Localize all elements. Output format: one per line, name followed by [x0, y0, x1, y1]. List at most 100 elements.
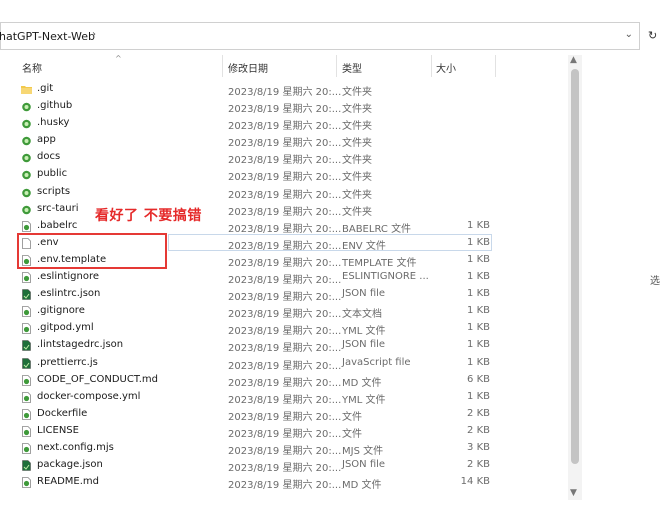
- breadcrumb-chevron-icon[interactable]: ›: [92, 29, 96, 40]
- file-date: 2023/8/19 星期六 20:...: [228, 360, 342, 372]
- file-size: 2 KB: [467, 407, 490, 419]
- file-name: public: [37, 168, 68, 180]
- file-type: 文件: [342, 428, 362, 440]
- column-size[interactable]: 大小: [436, 60, 456, 75]
- file-name: README.md: [37, 476, 100, 488]
- file-date: 2023/8/19 星期六 20:...: [228, 480, 342, 492]
- file-size: 1 KB: [467, 288, 490, 300]
- file-size: 1 KB: [467, 356, 490, 368]
- file-name: app: [37, 134, 56, 146]
- file-type: 文本文档: [342, 309, 382, 321]
- file-type: JavaScript file: [342, 356, 411, 368]
- file-name: docker-compose.yml: [37, 390, 141, 402]
- table-row[interactable]: .husky 2023/8/19 星期六 20:... 文件夹: [0, 115, 566, 132]
- table-row[interactable]: .prettierrc.js 2023/8/19 星期六 20:... JavaSc…: [0, 355, 566, 372]
- row-hover-highlight: [168, 234, 492, 251]
- file-name: .eslintignore: [37, 271, 99, 283]
- column-date[interactable]: 修改日期: [228, 60, 268, 75]
- file-date: 2023/8/19 星期六 20:...: [228, 292, 342, 304]
- file-size: 1 KB: [467, 390, 490, 402]
- table-row[interactable]: .eslintrc.json 2023/8/19 星期六 20:... JSON f…: [0, 286, 566, 303]
- table-row[interactable]: CODE_OF_CONDUCT.md 2023/8/19 星期六 20:... MD…: [0, 372, 566, 389]
- file-date: 2023/8/19 星期六 20:...: [228, 87, 342, 98]
- file-size: 3 KB: [467, 441, 490, 453]
- scroll-up-icon[interactable]: ▲: [570, 55, 577, 65]
- table-row[interactable]: README.md 2023/8/19 星期六 20:... MD 文件 14 KB: [0, 474, 566, 491]
- table-row[interactable]: public 2023/8/19 星期六 20:... 文件夹: [0, 166, 566, 183]
- file-date: 2023/8/19 星期六 20:...: [228, 206, 342, 218]
- file-type: MJS 文件: [342, 445, 384, 457]
- file-name: next.config.mjs: [37, 441, 114, 453]
- address-path[interactable]: hatGPT-Next-Web: [0, 30, 95, 43]
- file-type: JSON file: [342, 288, 386, 300]
- file-date: 2023/8/19 星期六 20:...: [228, 463, 342, 475]
- table-row[interactable]: .gitpod.yml 2023/8/19 星期六 20:... YML 文件 1 K…: [0, 320, 566, 337]
- file-type: 文件夹: [342, 121, 372, 133]
- file-date: 2023/8/19 星期六 20:...: [228, 343, 342, 355]
- file-date: 2023/8/19 星期六 20:...: [228, 104, 342, 116]
- file-name: src-tauri: [37, 202, 79, 214]
- file-date: 2023/8/19 星期六 20:...: [228, 189, 342, 201]
- table-row[interactable]: src-tauri 2023/8/19 星期六 20:... 文件夹: [0, 201, 566, 218]
- file-date: 2023/8/19 星期六 20:...: [228, 155, 342, 167]
- file-size: 1 KB: [467, 305, 490, 317]
- file-type: YML 文件: [342, 326, 386, 338]
- file-type: 文件夹: [342, 189, 372, 201]
- table-row[interactable]: .gitignore 2023/8/19 星期六 20:... 文本文档 1 KB: [0, 303, 566, 320]
- file-type: 文件夹: [342, 206, 372, 218]
- address-dropdown-icon[interactable]: ⌄: [625, 29, 633, 40]
- file-type: ESLINTIGNORE ...: [342, 271, 429, 283]
- file-name: package.json: [37, 459, 103, 471]
- file-date: 2023/8/19 星期六 20:...: [228, 138, 342, 150]
- table-row[interactable]: .eslintignore 2023/8/19 星期六 20:... ESLINTI…: [0, 269, 566, 286]
- column-header: ^ 名称 修改日期 类型 大小: [0, 54, 568, 77]
- annotation-red-box: [17, 233, 167, 269]
- file-date: 2023/8/19 星期六 20:...: [228, 172, 342, 184]
- file-type: JSON file: [342, 339, 386, 351]
- file-size: 1 KB: [467, 271, 490, 283]
- file-date: 2023/8/19 星期六 20:...: [228, 257, 342, 269]
- column-divider[interactable]: [336, 55, 337, 77]
- address-bar[interactable]: hatGPT-Next-Web › ⌄: [0, 22, 640, 50]
- table-row[interactable]: docker-compose.yml 2023/8/19 星期六 20:... YM…: [0, 389, 566, 406]
- refresh-icon[interactable]: ↻: [648, 29, 657, 42]
- file-size: 1 KB: [467, 253, 490, 265]
- table-row[interactable]: scripts 2023/8/19 星期六 20:... 文件夹: [0, 184, 566, 201]
- column-type[interactable]: 类型: [342, 60, 362, 75]
- column-divider[interactable]: [431, 55, 432, 77]
- table-row[interactable]: Dockerfile 2023/8/19 星期六 20:... 文件 2 KB: [0, 406, 566, 423]
- file-name: .prettierrc.js: [37, 356, 98, 368]
- scroll-down-icon[interactable]: ▼: [570, 488, 577, 498]
- file-type: MD 文件: [342, 480, 382, 492]
- table-row[interactable]: .lintstagedrc.json 2023/8/19 星期六 20:... JS…: [0, 337, 566, 354]
- file-size: 2 KB: [467, 424, 490, 436]
- file-size: 14 KB: [460, 476, 490, 488]
- table-row[interactable]: next.config.mjs 2023/8/19 星期六 20:... MJS 文…: [0, 440, 566, 457]
- file-date: 2023/8/19 星期六 20:...: [228, 121, 342, 133]
- table-row[interactable]: LICENSE 2023/8/19 星期六 20:... 文件 2 KB: [0, 423, 566, 440]
- table-row[interactable]: .git 2023/8/19 星期六 20:... 文件夹: [0, 81, 566, 98]
- file-type: YML 文件: [342, 394, 386, 406]
- table-row[interactable]: docs 2023/8/19 星期六 20:... 文件夹: [0, 149, 566, 166]
- table-row[interactable]: app 2023/8/19 星期六 20:... 文件夹: [0, 132, 566, 149]
- file-name: .eslintrc.json: [37, 288, 101, 300]
- table-row[interactable]: .github 2023/8/19 星期六 20:... 文件夹: [0, 98, 566, 115]
- file-name: .gitpod.yml: [37, 322, 94, 334]
- file-name: CODE_OF_CONDUCT.md: [37, 373, 159, 385]
- file-name: Dockerfile: [37, 407, 88, 419]
- file-date: 2023/8/19 星期六 20:...: [228, 275, 342, 287]
- scrollbar-thumb[interactable]: [571, 69, 579, 464]
- file-name: .gitignore: [37, 305, 85, 317]
- file-date: 2023/8/19 星期六 20:...: [228, 394, 342, 406]
- file-date: 2023/8/19 星期六 20:...: [228, 223, 342, 235]
- sort-ascending-icon: ^: [115, 54, 122, 63]
- file-date: 2023/8/19 星期六 20:...: [228, 445, 342, 457]
- file-type: 文件夹: [342, 155, 372, 167]
- file-name: .git: [37, 83, 54, 94]
- table-row[interactable]: package.json 2023/8/19 星期六 20:... JSON fil…: [0, 457, 566, 474]
- column-name[interactable]: 名称: [22, 60, 42, 75]
- column-divider[interactable]: [495, 55, 496, 77]
- vertical-scrollbar[interactable]: ▲ ▼: [568, 55, 582, 500]
- column-divider[interactable]: [222, 55, 223, 77]
- annotation-text: 看好了 不要搞错: [95, 208, 202, 224]
